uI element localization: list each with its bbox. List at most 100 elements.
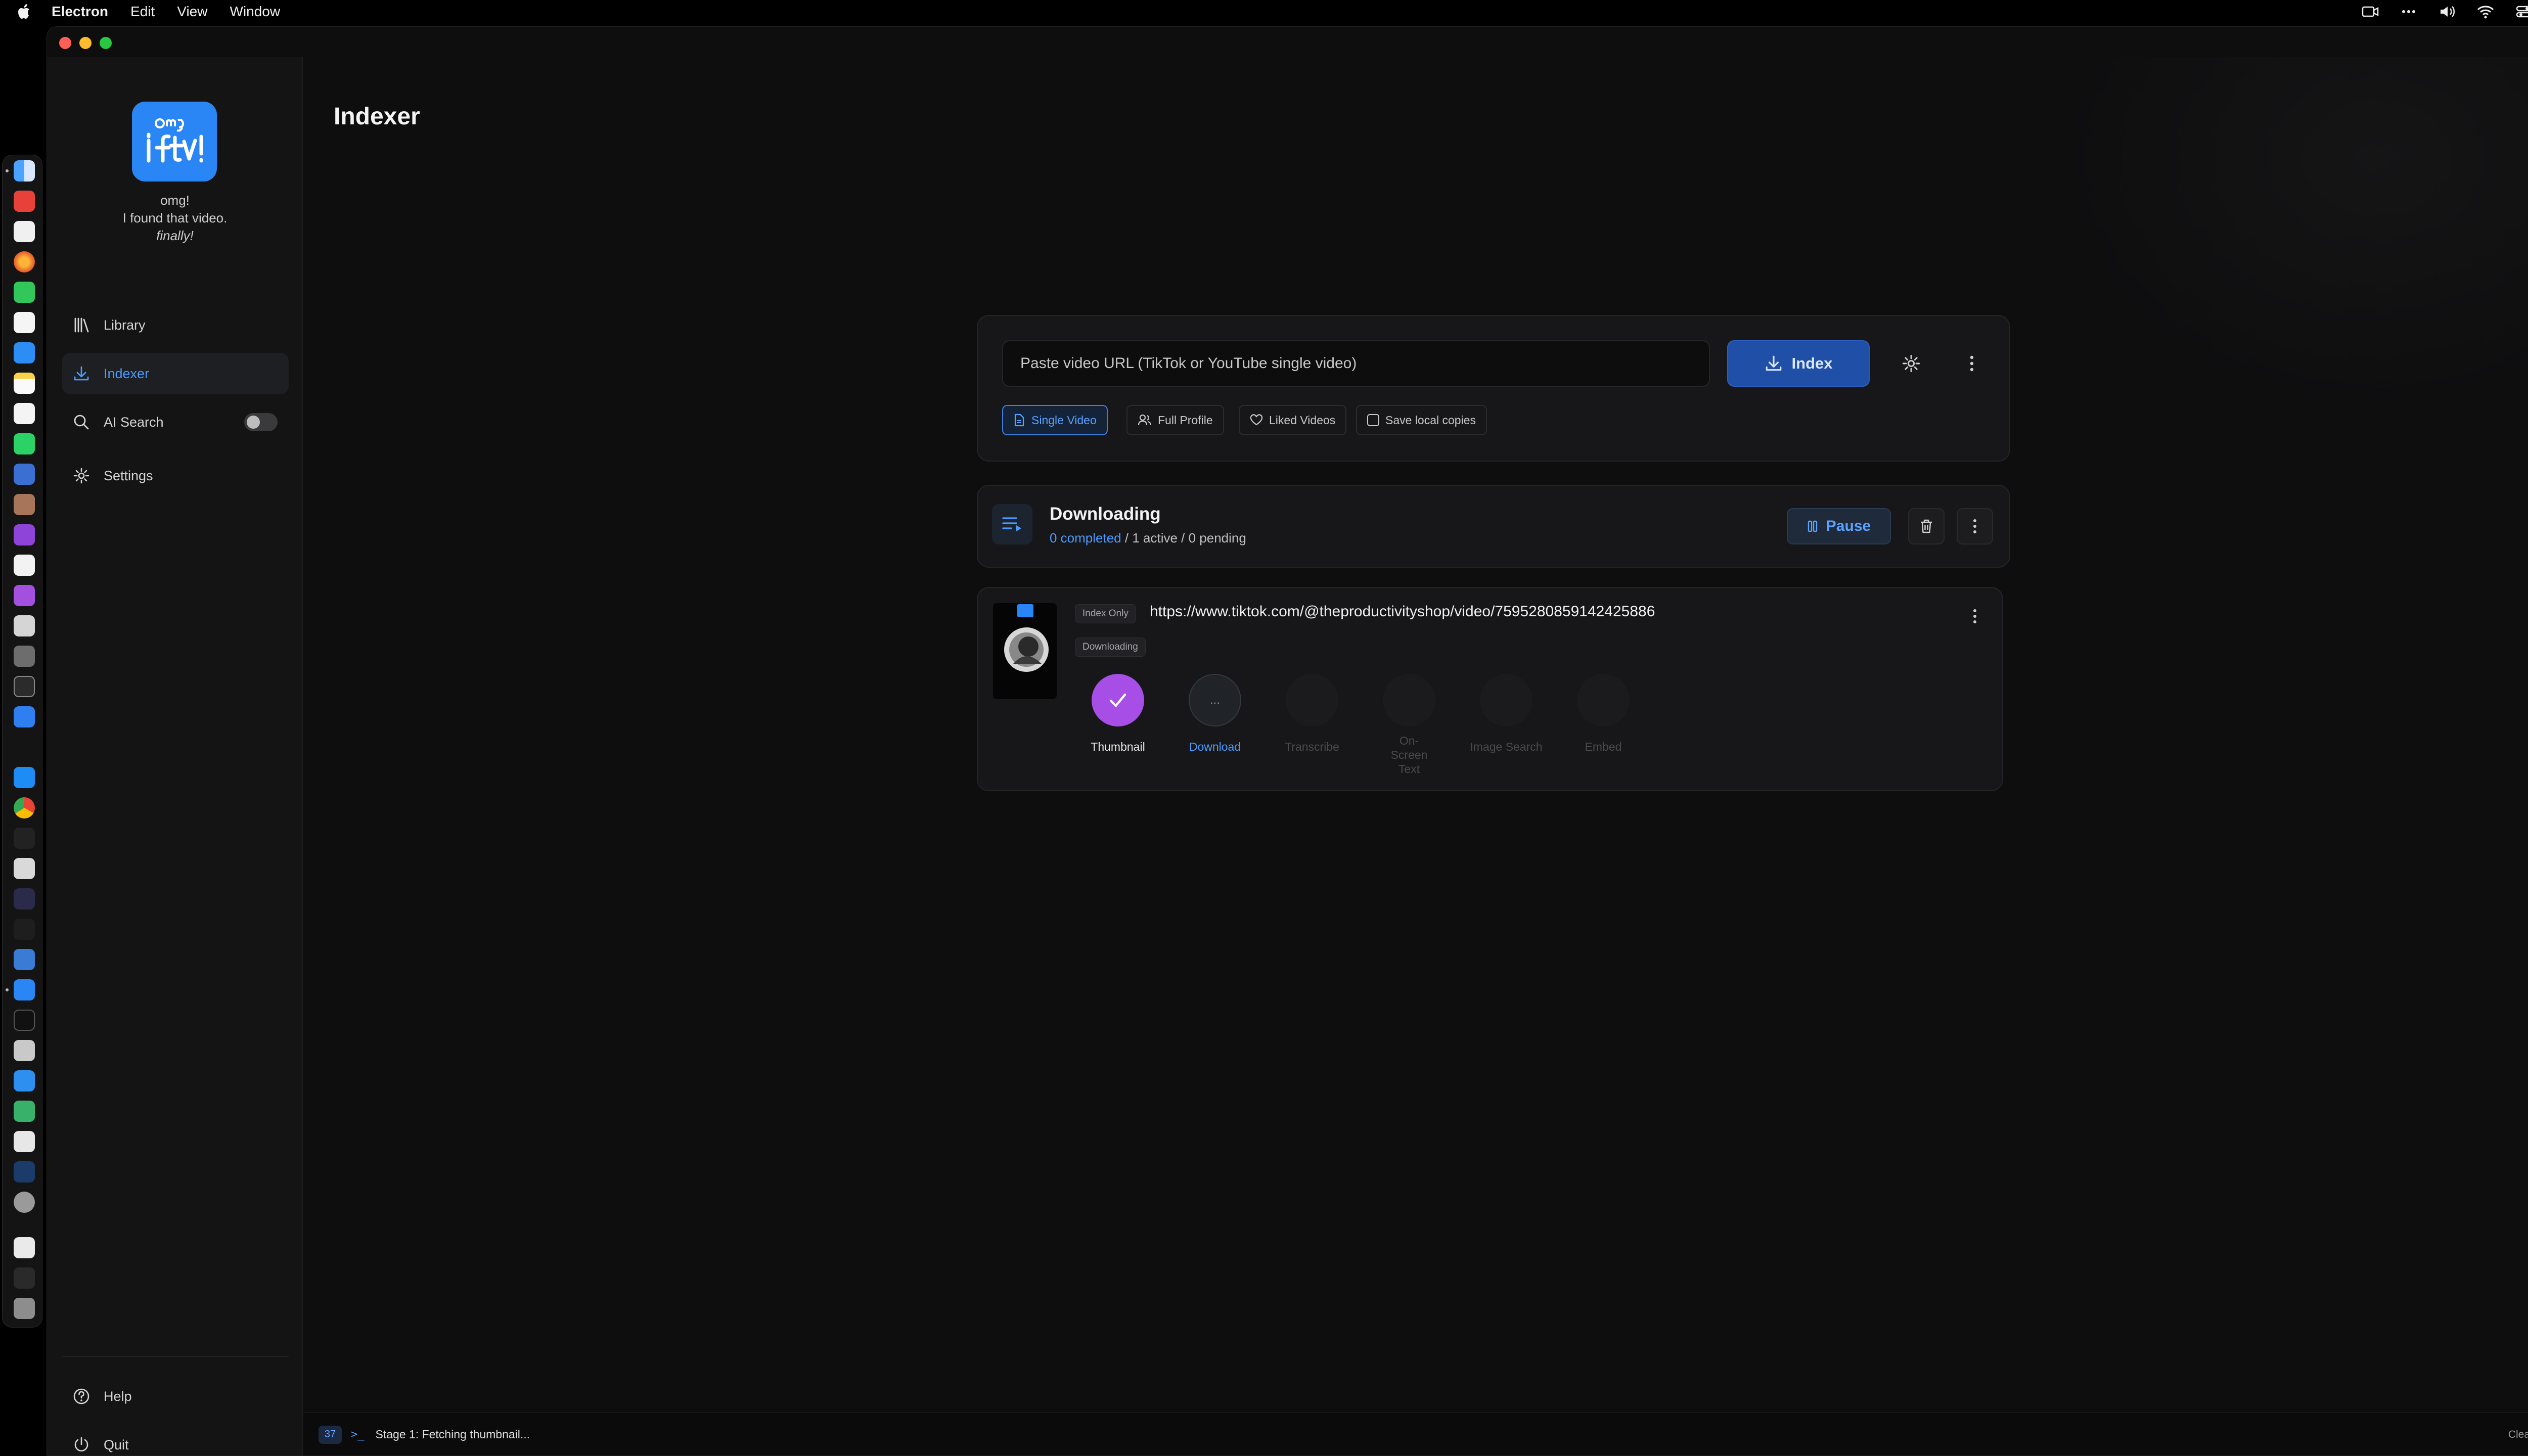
sidebar-item-label: Library [104, 317, 146, 333]
app-stripe-icon[interactable] [14, 858, 35, 879]
index-form-card: Index Single Video Full Profile Liked Vi… [977, 315, 2010, 462]
stage-image-search: Image Search [1458, 674, 1554, 754]
tasks-icon[interactable] [14, 706, 35, 727]
whatsapp-icon[interactable] [14, 433, 35, 454]
checkbox-box [1367, 414, 1379, 426]
calendar-icon[interactable] [14, 312, 35, 333]
sidebar-item-label: Help [104, 1388, 132, 1404]
tagline-line-3: finally! [156, 228, 194, 243]
screen-record-icon[interactable] [2361, 3, 2379, 21]
more-icon[interactable] [2400, 3, 2418, 21]
completed-link[interactable]: 0 completed [1050, 530, 1121, 545]
app-logo [132, 102, 217, 181]
app-red-icon[interactable] [14, 191, 35, 212]
app-window-icon[interactable] [14, 464, 35, 485]
users-icon [1138, 414, 1152, 426]
clear-queue-button[interactable] [1908, 508, 1945, 544]
notes-icon[interactable] [14, 373, 35, 394]
volume-icon[interactable] [2438, 3, 2456, 21]
download-icon [72, 365, 91, 383]
vscode-icon[interactable] [14, 1070, 35, 1091]
app-shade-icon[interactable] [14, 1267, 35, 1289]
app-info-icon[interactable] [14, 1161, 35, 1182]
index-button-label: Index [1791, 354, 1833, 372]
firefox-icon[interactable] [14, 251, 35, 272]
app-me-icon[interactable] [14, 737, 35, 758]
minimize-window-button[interactable] [79, 37, 92, 49]
app-blue-grid-icon[interactable] [14, 949, 35, 970]
chatgpt-icon[interactable] [14, 221, 35, 242]
queue-title: Downloading [1050, 504, 1161, 524]
figma-icon[interactable] [14, 919, 35, 940]
sidebar-item-settings[interactable]: Settings [62, 455, 289, 496]
mode-single-video[interactable]: Single Video [1002, 405, 1108, 435]
stage-on-screen-text: On-Screen Text [1361, 674, 1457, 776]
pause-button[interactable]: Pause [1787, 508, 1891, 544]
app-purple-icon[interactable] [14, 524, 35, 545]
job-more-button[interactable] [1959, 600, 1991, 632]
iftv-icon[interactable] [14, 979, 35, 1000]
index-button[interactable]: Index [1727, 340, 1870, 387]
wifi-icon[interactable] [2476, 3, 2495, 21]
stage-label: Image Search [1470, 740, 1543, 753]
mode-full-profile[interactable]: Full Profile [1126, 405, 1224, 435]
index-more-button[interactable] [1956, 347, 1988, 380]
system-settings-icon[interactable] [14, 1192, 35, 1213]
gear-icon [72, 467, 91, 485]
app-feather-icon[interactable] [14, 555, 35, 576]
podcasts-icon[interactable] [14, 585, 35, 606]
app-black-icon[interactable] [14, 1010, 35, 1031]
app-gray-icon[interactable] [14, 615, 35, 636]
messages-icon[interactable] [14, 282, 35, 303]
trash-icon[interactable] [14, 1298, 35, 1319]
status-message: Stage 1: Fetching thumbnail... [375, 1428, 530, 1441]
video-url-input[interactable] [1002, 340, 1710, 387]
app-creature-icon[interactable] [14, 646, 35, 667]
stage-pending-circle [1383, 674, 1435, 726]
sidebar-item-library[interactable]: Library [62, 304, 289, 346]
menu-view[interactable]: View [177, 4, 207, 20]
clear-log-button[interactable]: Clear [2508, 1429, 2528, 1441]
calculator-icon[interactable] [14, 1131, 35, 1152]
control-center-icon[interactable] [2515, 3, 2528, 21]
menu-app-name[interactable]: Electron [52, 4, 108, 20]
apple-icon[interactable] [17, 3, 32, 20]
thumbnail-image [993, 603, 1057, 699]
app-green-icon[interactable] [14, 1101, 35, 1122]
slack-icon[interactable] [14, 403, 35, 424]
app-brown-icon[interactable] [14, 494, 35, 515]
queue-more-button[interactable] [1957, 508, 1993, 544]
mail-icon[interactable] [14, 342, 35, 363]
library-icon [72, 316, 91, 334]
finder-icon[interactable] [14, 160, 35, 181]
save-local-copies-checkbox[interactable]: Save local copies [1356, 405, 1487, 435]
video-thumbnail[interactable] [993, 603, 1057, 699]
mode-liked-videos[interactable]: Liked Videos [1239, 405, 1347, 435]
zoom-window-button[interactable] [100, 37, 112, 49]
sidebar-item-ai-search[interactable]: AI Search [62, 401, 289, 443]
mode-label: Liked Videos [1269, 413, 1336, 427]
menu-edit[interactable]: Edit [130, 4, 155, 20]
sidebar-item-quit[interactable]: Quit [62, 1424, 289, 1455]
queue-counts: / 1 active / 0 pending [1121, 530, 1246, 545]
menu-window[interactable]: Window [230, 4, 280, 20]
app-white-icon[interactable] [14, 1237, 35, 1258]
stage-pending-circle [1577, 674, 1630, 726]
sidebar-item-indexer[interactable]: Indexer [62, 353, 289, 394]
app-store-icon[interactable] [14, 767, 35, 788]
sidebar-item-label: Quit [104, 1437, 129, 1452]
sidebar-item-label: Settings [104, 468, 153, 483]
app-silver-icon[interactable] [14, 1040, 35, 1061]
chrome-icon[interactable] [14, 797, 35, 818]
sidebar-item-help[interactable]: Help [62, 1376, 289, 1417]
index-settings-button[interactable] [1895, 347, 1927, 380]
stage-active-circle: ... [1189, 674, 1241, 726]
mode-label: Single Video [1031, 413, 1097, 427]
main-content: Indexer Index Single Video Full Profile [303, 57, 2528, 1412]
app-sw-icon[interactable] [14, 888, 35, 909]
close-window-button[interactable] [59, 37, 71, 49]
terminal-icon[interactable] [14, 676, 35, 697]
ai-search-toggle[interactable] [244, 413, 278, 431]
app-dark-icon[interactable] [14, 828, 35, 849]
sidebar-item-label: Indexer [104, 366, 150, 381]
